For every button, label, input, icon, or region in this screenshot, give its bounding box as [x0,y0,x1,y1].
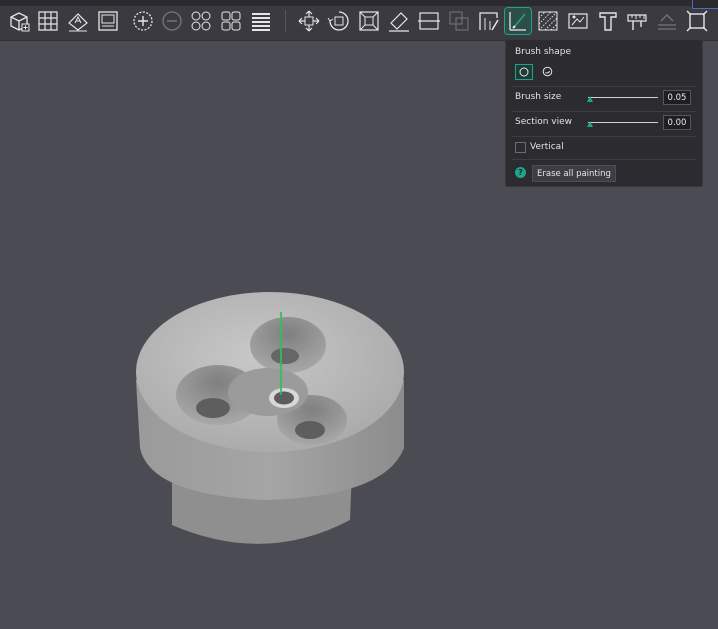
section-view-slider-thumb[interactable] [587,121,593,127]
seam-paint-panel: Brush shape Brush size 0.05 Section view… [505,39,703,187]
panel-divider [512,86,696,87]
sphere-icon [542,66,552,76]
add-cube-icon[interactable] [6,8,32,34]
split-objects-icon[interactable] [188,8,214,34]
lay-on-face-icon[interactable] [386,8,412,34]
brush-size-input[interactable]: 0.05 [663,90,691,105]
circle-icon [519,67,529,77]
seam-paint-icon[interactable] [504,7,532,35]
section-view-input[interactable]: 0.00 [663,115,691,130]
hole-left-inner [196,398,230,418]
hole-top-inner [271,348,299,364]
brush-size-slider-thumb[interactable] [587,96,593,102]
fuzzy-skin-paint-icon[interactable] [535,8,561,34]
brush-shape-label: Brush shape [515,47,571,57]
help-icon[interactable]: ? [515,167,526,178]
toolbar-top-strip [0,0,718,6]
color-paint-icon[interactable] [565,8,591,34]
rotate-icon[interactable] [326,8,352,34]
hole-right-inner [295,421,325,439]
mesh-boolean-icon[interactable] [446,8,472,34]
layers-icon[interactable] [248,8,274,34]
cut-icon[interactable] [416,8,442,34]
text-icon[interactable] [595,8,621,34]
vertical-label: Vertical [530,142,564,152]
panel-divider [512,136,696,137]
grid-arrange-icon[interactable] [35,8,61,34]
brush-size-slider[interactable] [588,97,658,98]
remove-instance-icon[interactable] [159,8,185,34]
window-corner-control[interactable] [692,0,718,9]
measure-icon[interactable] [624,8,650,34]
panel-divider [512,159,696,160]
support-paint-icon[interactable] [476,8,502,34]
orient-icon[interactable] [65,8,91,34]
section-view-label: Section view [515,117,573,127]
erase-all-painting-button[interactable]: Erase all painting [532,165,616,182]
plate-icon[interactable] [95,8,121,34]
panel-divider [512,111,696,112]
add-instance-icon[interactable] [130,8,156,34]
move-icon[interactable] [296,8,322,34]
main-toolbar [0,0,718,40]
brush-shape-sphere-button[interactable] [539,64,555,78]
section-view-slider[interactable] [588,122,658,123]
vertical-checkbox[interactable] [515,142,526,153]
center-hole [274,391,294,405]
fit-view-icon[interactable] [684,8,710,34]
assembly-icon[interactable] [654,8,680,34]
brush-shape-circle-button[interactable] [515,64,533,80]
toolbar-separator [285,10,286,32]
scale-icon[interactable] [356,8,382,34]
split-parts-icon[interactable] [218,8,244,34]
brush-size-label: Brush size [515,92,562,102]
hole-top [250,317,326,373]
